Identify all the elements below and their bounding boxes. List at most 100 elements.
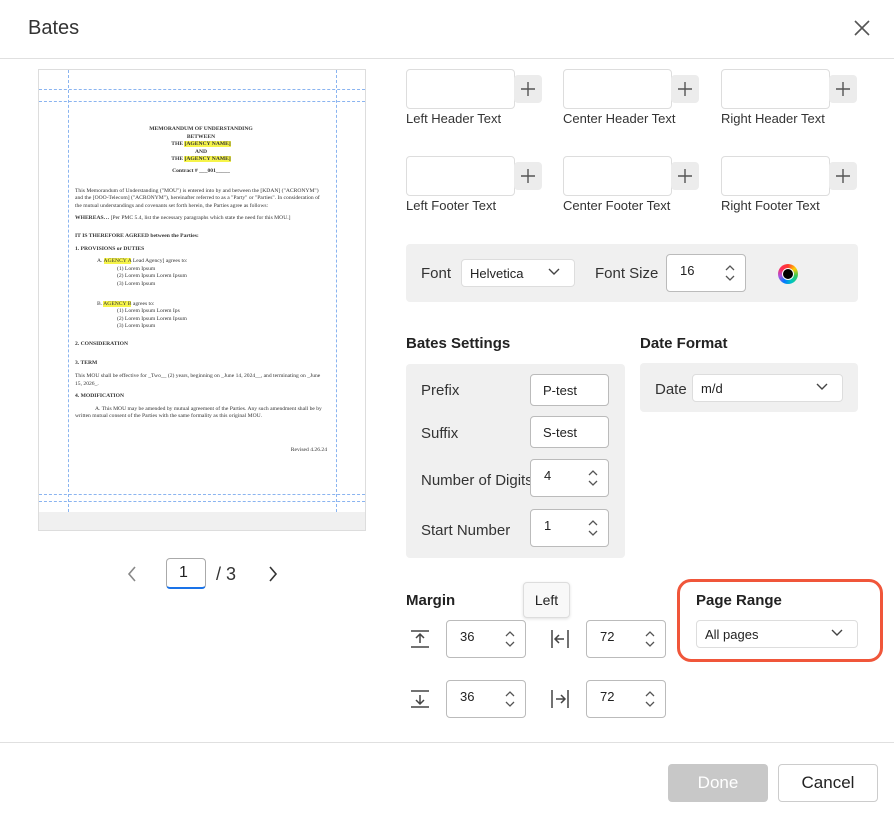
right-header-add-button[interactable] <box>829 75 857 103</box>
header-divider <box>0 58 894 59</box>
doc-section-4: 4. MODIFICATION <box>75 393 124 400</box>
page-number-input[interactable] <box>166 558 206 589</box>
font-size-stepper[interactable]: 16 <box>666 254 746 292</box>
plus-icon[interactable] <box>836 82 850 96</box>
doc-item-a: A. <box>97 258 104 265</box>
center-header-label: Center Header Text <box>563 111 676 126</box>
font-label: Font <box>421 265 452 282</box>
close-button[interactable] <box>848 14 876 42</box>
doc-list-item: (1) Lorem Ipsum Lorem Ips <box>117 308 180 315</box>
left-header-input[interactable] <box>406 69 515 109</box>
font-size-value: 16 <box>680 263 695 278</box>
chevron-down-icon <box>548 268 560 275</box>
doc-whereas: [Per PMC 5.4, list the necessary paragra… <box>109 215 291 222</box>
plus-icon[interactable] <box>521 82 535 96</box>
document-preview: MEMORANDUM OF UNDERSTANDING BETWEEN THE … <box>39 70 365 512</box>
doc-agency-highlight: [AGENCY NAME] <box>184 156 231 163</box>
doc-title-and: AND <box>194 148 208 155</box>
left-header-add-button[interactable] <box>514 75 542 103</box>
doc-list-item: (2) Lorem Ipsum Lorem Ipsum <box>117 315 187 322</box>
prefix-label: Prefix <box>421 382 460 399</box>
doc-title-the: THE <box>171 156 185 163</box>
digits-stepper[interactable]: 4 <box>530 459 609 497</box>
next-page-button[interactable] <box>263 563 283 585</box>
margin-right-stepper[interactable]: 72 <box>586 680 666 718</box>
doc-contract: Contract # ___001_____ <box>172 167 230 174</box>
bottom-margin-guide <box>39 501 365 502</box>
center-footer-add-button[interactable] <box>671 162 699 190</box>
margin-right-value: 72 <box>600 689 615 704</box>
right-margin-guide <box>336 70 337 512</box>
center-footer-input[interactable] <box>563 156 672 196</box>
color-picker-icon[interactable] <box>778 264 798 284</box>
stepper-arrows-icon[interactable] <box>588 519 598 537</box>
stepper-arrows-icon[interactable] <box>725 264 735 282</box>
font-select[interactable]: Helvetica <box>461 259 575 287</box>
date-format-value: m/d <box>701 380 723 396</box>
chevron-down-icon <box>831 629 843 636</box>
stepper-arrows-icon[interactable] <box>645 690 655 708</box>
chevron-left-icon[interactable] <box>127 566 137 582</box>
right-footer-add-button[interactable] <box>829 162 857 190</box>
stepper-arrows-icon[interactable] <box>505 690 515 708</box>
doc-revised: Revised 4.26.24 <box>290 447 327 454</box>
suffix-input[interactable]: S-test <box>530 416 609 448</box>
font-value: Helvetica <box>470 265 524 281</box>
digits-label: Number of Digits <box>421 472 533 489</box>
right-header-label: Right Header Text <box>721 111 825 126</box>
margin-bottom-stepper[interactable]: 36 <box>446 680 526 718</box>
plus-icon[interactable] <box>521 169 535 183</box>
doc-agency-b: AGENCY B <box>103 300 132 307</box>
margin-left-stepper[interactable]: 72 <box>586 620 666 658</box>
font-size-label: Font Size <box>595 265 659 282</box>
footer-guide <box>39 494 365 495</box>
stepper-arrows-icon[interactable] <box>588 469 598 487</box>
prefix-input[interactable]: P-test <box>530 374 609 406</box>
doc-section-2: 2. CONSIDERATION <box>75 340 129 347</box>
margin-left-icon <box>551 630 569 648</box>
page-range-title: Page Range <box>696 592 782 609</box>
start-number-stepper[interactable]: 1 <box>530 509 609 547</box>
margin-top-stepper[interactable]: 36 <box>446 620 526 658</box>
center-header-add-button[interactable] <box>671 75 699 103</box>
stepper-arrows-icon[interactable] <box>645 630 655 648</box>
plus-icon[interactable] <box>678 169 692 183</box>
plus-icon[interactable] <box>836 169 850 183</box>
right-header-input[interactable] <box>721 69 830 109</box>
doc-section-3: 3. TERM <box>75 360 98 367</box>
digits-value: 4 <box>544 468 552 483</box>
plus-icon[interactable] <box>678 82 692 96</box>
margin-left-value: 72 <box>600 629 615 644</box>
chevron-down-icon <box>816 383 828 390</box>
left-footer-input[interactable] <box>406 156 515 196</box>
document-text: MEMORANDUM OF UNDERSTANDING BETWEEN THE … <box>75 126 327 455</box>
dialog-title: Bates <box>28 17 80 39</box>
left-header-label: Left Header Text <box>406 111 502 126</box>
page-total: / 3 <box>216 564 237 584</box>
date-format-title: Date Format <box>640 335 728 352</box>
center-header-input[interactable] <box>563 69 672 109</box>
chevron-right-icon[interactable] <box>268 566 278 582</box>
left-margin-guide <box>68 70 69 512</box>
date-format-select[interactable]: m/d <box>692 374 843 402</box>
margin-tooltip: Left <box>523 582 570 618</box>
doc-agency-a: AGENCY A <box>103 258 132 265</box>
margin-top-icon <box>411 630 429 648</box>
doc-list-item: (1) Lorem Ipsum <box>117 265 156 272</box>
doc-intro: This Memorandum of Understanding ("MOU")… <box>75 187 320 209</box>
close-icon[interactable] <box>853 19 871 37</box>
done-button[interactable]: Done <box>668 764 768 802</box>
page-range-select[interactable]: All pages <box>696 620 858 648</box>
doc-item-a-text: Lead Agency] agrees to: <box>131 258 188 265</box>
page-range-value: All pages <box>705 626 759 642</box>
right-footer-input[interactable] <box>721 156 830 196</box>
start-number-value: 1 <box>544 518 552 533</box>
cancel-button[interactable]: Cancel <box>778 764 878 802</box>
margin-bottom-icon <box>411 690 429 708</box>
doc-title-between: BETWEEN <box>186 133 216 140</box>
prev-page-button[interactable] <box>122 563 142 585</box>
left-footer-add-button[interactable] <box>514 162 542 190</box>
doc-list-item: (3) Lorem Ipsum <box>117 280 156 287</box>
stepper-arrows-icon[interactable] <box>505 630 515 648</box>
left-footer-label: Left Footer Text <box>406 198 497 213</box>
